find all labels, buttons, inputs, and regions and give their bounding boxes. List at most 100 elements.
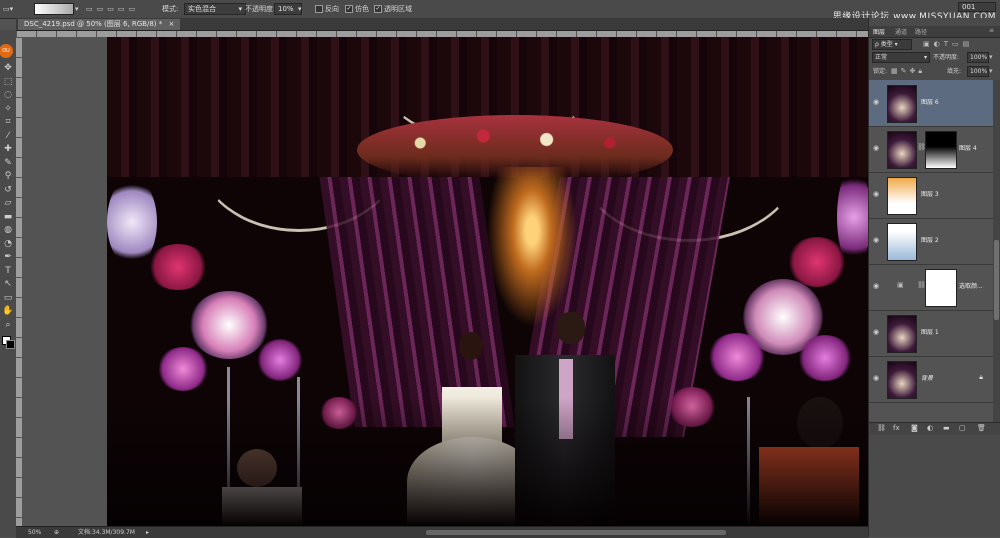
marquee-icon[interactable]: ⬚ [2,76,14,88]
wedding-photo[interactable] [107,37,868,526]
bouquet-left-edge [107,177,157,267]
eye-icon[interactable]: ◉ [873,236,881,244]
clone-stamp-icon[interactable]: ⚲ [2,170,14,182]
opacity-dropdown-icon[interactable]: ▾ [989,52,993,63]
tool-preset-icon[interactable]: ▭▾ [3,3,13,15]
lock-label: 锁定: [873,68,888,75]
mode-select[interactable]: 实色混合 ▾ [184,3,246,15]
opacity-dropdown-icon[interactable]: ▾ [298,3,302,15]
bouquet-pink-left [147,244,209,290]
layer-row-3[interactable]: ◉ 图层 3 [869,172,993,219]
layers-list: ◉ 图层 6 ◉ ⛓ 图层 4 ◉ 图层 3 ◉ 图层 2 ◉ ▣ ⛓ 选取颜.… [869,80,993,422]
lock-row: 锁定: ▦✎✥🔒︎ 填充: 100% ▾ [871,66,995,77]
canvas-area[interactable] [22,37,868,526]
flower-ring [357,115,673,185]
gradient-swatch[interactable] [34,3,74,15]
fill-dropdown-icon[interactable]: ▾ [989,66,993,77]
layer-row-2[interactable]: ◉ 图层 2 [869,218,993,265]
blur-icon[interactable]: ◍ [2,224,14,236]
layer-name: 图层 4 [959,145,977,152]
dither-checkbox[interactable]: ✓ [345,5,353,13]
shape-icon[interactable]: ▭ [2,292,14,304]
transparency-option[interactable]: ✓ 透明区域 [374,3,412,15]
move-icon[interactable]: ✥ [2,62,14,74]
reverse-option[interactable]: 反向 [315,3,339,15]
dither-option[interactable]: ✓ 仿色 [345,3,369,15]
layer-row-background[interactable]: ◉ 背景 🔒︎ [869,356,993,403]
adjustment-icon[interactable]: ◐ [927,424,933,432]
trash-icon[interactable]: 🗑︎ [977,424,986,432]
lock-icon[interactable]: 🔒︎ [979,373,983,382]
layer-name: 图层 2 [921,237,939,244]
eye-icon[interactable]: ◉ [873,282,881,290]
layer-name: 图层 1 [921,329,939,336]
layer-opacity-input[interactable]: 100% [967,52,989,63]
gradient-type-buttons[interactable]: ▭▭▭▭▭ [86,3,139,15]
bouquet-purple-far-right [797,335,853,381]
layers-scrollbar[interactable] [993,80,1000,422]
blend-mode-select[interactable]: 正常 ▾ [872,52,930,63]
lock-icons[interactable]: ▦✎✥🔒︎ [891,66,925,77]
doc-info[interactable]: 文档:34.3M/309.7M [78,527,135,538]
document-tab-title: DSC_4219.psd @ 50% (图层 6, RGB/8) * [24,20,163,28]
transparency-label: 透明区域 [384,5,412,13]
layer-mask-thumbnail[interactable] [925,269,957,307]
type-icon[interactable]: T [2,265,14,277]
crop-icon[interactable]: ⌗ [2,116,14,128]
eyedropper-icon[interactable]: ⁄ [2,130,14,142]
panel-menu-icon[interactable]: ≡ [989,27,994,34]
transparency-checkbox[interactable]: ✓ [374,5,382,13]
toolbox: OU ✥ ⬚ ◌ ✧ ⌗ ⁄ ✚ ✎ ⚲ ↺ ▱ ▬ ◍ ◔ ✒ T ↖ ▭ ✋ ⌕ [0,30,17,537]
blend-mode-value: 正常 [875,54,888,61]
hand-icon[interactable]: ✋ [2,305,14,317]
eye-icon[interactable]: ◉ [873,144,881,152]
eye-icon[interactable]: ◉ [873,98,881,106]
gradient-icon[interactable]: ▬ [2,211,14,223]
group-folder-icon[interactable]: ▬ [943,424,950,432]
bouquet-right-edge [837,167,868,267]
layer-row-1[interactable]: ◉ 图层 1 [869,310,993,357]
blend-row: 正常 ▾ 不透明度: 100% ▾ [871,52,995,63]
dodge-icon[interactable]: ◔ [2,238,14,250]
brush-icon[interactable]: ✎ [2,157,14,169]
layers-scroll-thumb[interactable] [994,240,999,320]
mode-value: 实色混合 [188,5,216,13]
layer-row-6[interactable]: ◉ 图层 6 [869,80,993,127]
tab-layers[interactable]: 图层 [873,27,885,36]
gradient-dropdown-icon[interactable]: ▾ [75,3,79,15]
kind-filter-select[interactable]: ρ 类型 ▾ [872,39,912,50]
reverse-checkbox[interactable] [315,5,323,13]
zoom-icon[interactable]: ⌕ [2,319,14,331]
eye-icon[interactable]: ◉ [873,374,881,382]
pen-icon[interactable]: ✒ [2,251,14,263]
lasso-icon[interactable]: ◌ [2,89,14,101]
status-arrow-icon[interactable]: ▸ [146,527,149,538]
zoom-readout[interactable]: 50% [28,527,41,538]
close-icon[interactable]: × [168,20,174,28]
filter-icons[interactable]: ▣◐T▭▤ [923,39,973,50]
history-brush-icon[interactable]: ↺ [2,184,14,196]
fx-icon[interactable]: fx [893,424,900,432]
fill-input[interactable]: 100% [967,66,989,77]
healing-icon[interactable]: ✚ [2,143,14,155]
layer-row-adjustment[interactable]: ◉ ▣ ⛓ 选取颜... [869,264,993,311]
layer-name: 图层 3 [921,191,939,198]
layer-opacity-label: 不透明度: [933,54,960,61]
link-layers-icon[interactable]: ⛓ [877,424,886,432]
horizontal-scrollbar[interactable] [426,530,726,535]
add-mask-icon[interactable]: ◙ [911,424,918,432]
eye-icon[interactable]: ◉ [873,328,881,336]
magic-wand-icon[interactable]: ✧ [2,103,14,115]
eraser-icon[interactable]: ▱ [2,197,14,209]
document-tab[interactable]: DSC_4219.psd @ 50% (图层 6, RGB/8) * × [18,19,181,30]
layer-row-4[interactable]: ◉ ⛓ 图层 4 [869,126,993,173]
tab-paths[interactable]: 路径 [915,27,927,36]
path-select-icon[interactable]: ↖ [2,278,14,290]
new-layer-icon[interactable]: ▢ [959,424,966,432]
tab-channels[interactable]: 通道 [895,27,907,36]
ps-logo-badge: OU [0,44,13,58]
layer-thumbnail [887,361,917,399]
background-color-swatch[interactable] [6,340,15,349]
eye-icon[interactable]: ◉ [873,190,881,198]
layer-mask-thumbnail[interactable] [925,131,957,169]
